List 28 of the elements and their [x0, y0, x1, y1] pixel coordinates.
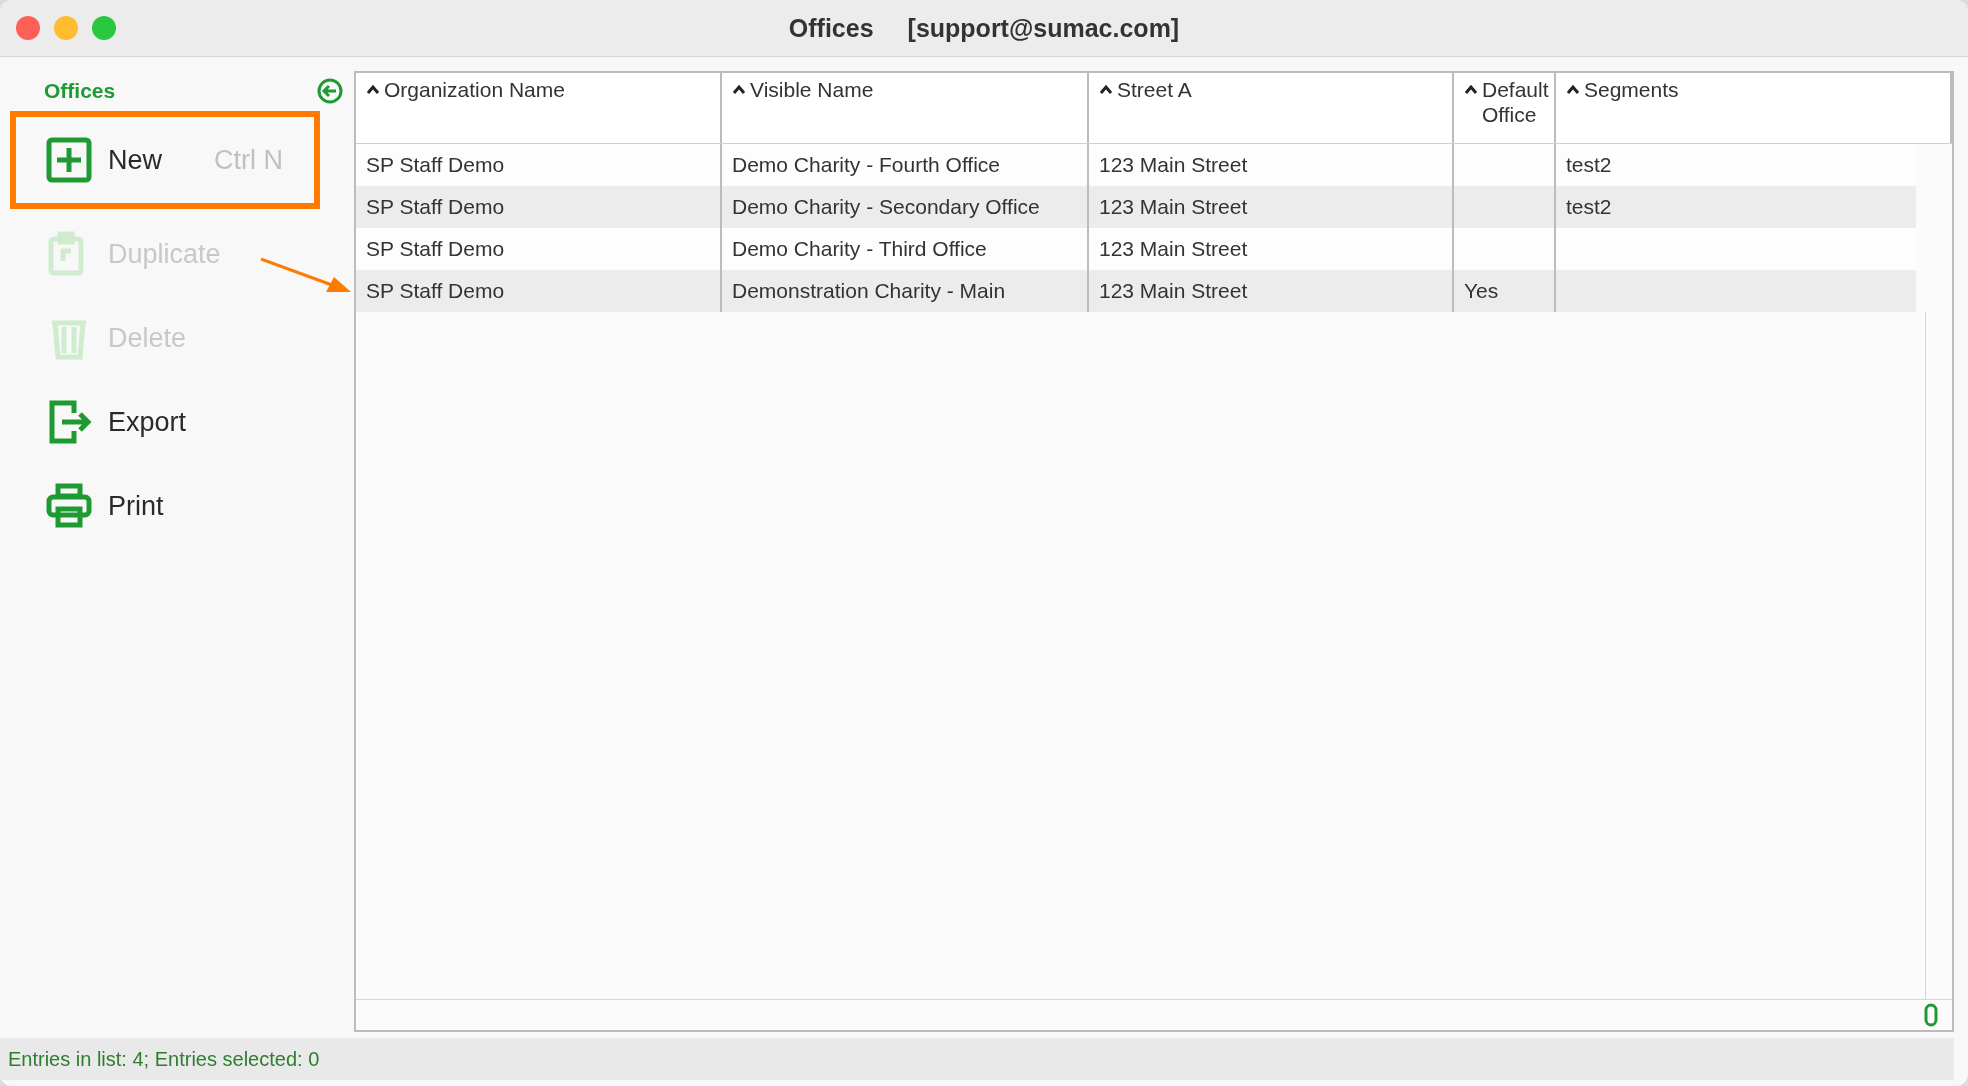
close-button[interactable]: [16, 16, 40, 40]
printer-icon: [46, 483, 92, 529]
table-cell: Yes: [1454, 270, 1556, 312]
sort-caret-icon[interactable]: [1464, 84, 1478, 94]
sort-caret-icon[interactable]: [732, 84, 746, 94]
table-cell-text: test2: [1565, 194, 1613, 220]
table-cell: Demonstration Charity - Main: [722, 270, 1089, 312]
sort-caret-icon[interactable]: [1566, 84, 1580, 94]
column-header[interactable]: Organization Name: [384, 77, 565, 103]
column-header[interactable]: Visible Name: [750, 77, 874, 103]
sidebar-action[interactable]: New Ctrl N: [16, 127, 314, 193]
plus-square-icon: [46, 137, 92, 183]
status-text: Entries in list: 4; Entries selected: 0: [8, 1047, 320, 1071]
sidebar-title: Offices: [44, 79, 116, 103]
sidebar-action[interactable]: Print: [16, 473, 314, 539]
sort-caret-icon[interactable]: [1099, 84, 1113, 94]
account-label: [support@sumac.com]: [907, 13, 1180, 43]
sidebar-action[interactable]: Export: [16, 389, 314, 455]
resize-handle-icon[interactable]: [1924, 1003, 1938, 1027]
window-title: Offices: [788, 13, 874, 43]
table-cell-text: test2: [1565, 152, 1613, 178]
sort-caret-icon[interactable]: [366, 84, 380, 94]
collapse-icon[interactable]: [316, 77, 344, 105]
table-cell: SP Staff Demo: [356, 270, 722, 312]
column-header[interactable]: Street A: [1117, 77, 1192, 103]
column-header[interactable]: Segments: [1584, 77, 1679, 103]
table-cell: 123 Main Street: [1089, 270, 1454, 312]
column-header[interactable]: Default Office: [1482, 77, 1550, 128]
